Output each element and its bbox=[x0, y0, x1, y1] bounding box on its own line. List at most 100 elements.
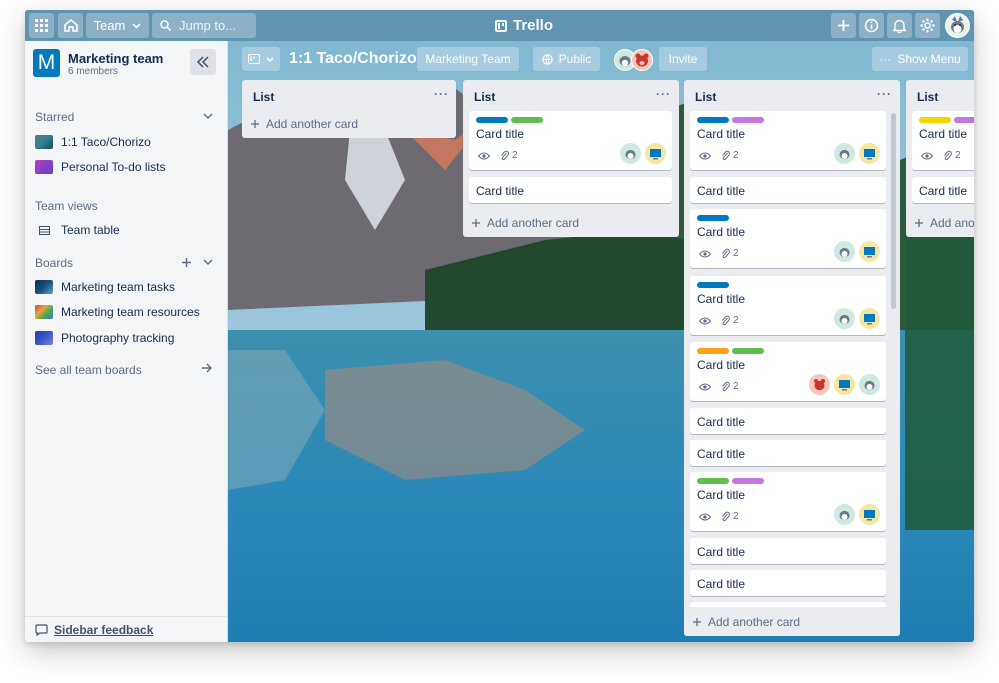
label-purple bbox=[954, 117, 974, 123]
chevron-down-icon[interactable] bbox=[203, 113, 213, 120]
card[interactable]: Card title bbox=[469, 177, 672, 203]
attachment-badge: 2 bbox=[500, 150, 518, 161]
list-title[interactable]: List bbox=[917, 90, 938, 104]
eye-icon bbox=[921, 152, 933, 159]
sidebar-item-board[interactable]: Photography tracking bbox=[35, 327, 220, 349]
team-logo[interactable]: M bbox=[33, 49, 60, 77]
team-name[interactable]: Marketing team bbox=[68, 51, 163, 66]
bear-avatar-icon[interactable] bbox=[809, 374, 830, 395]
list-menu-button[interactable]: ··· bbox=[656, 87, 671, 101]
team-switcher-button[interactable]: Team bbox=[86, 13, 149, 38]
create-button[interactable] bbox=[831, 13, 856, 38]
card-labels bbox=[697, 117, 764, 123]
trello-logo[interactable]: Trello bbox=[495, 17, 553, 34]
user-avatar[interactable] bbox=[945, 13, 970, 38]
card-title: Card title bbox=[697, 292, 746, 306]
board-title[interactable]: 1:1 Taco/Chorizo bbox=[289, 50, 417, 68]
card[interactable]: Card title 2 bbox=[690, 342, 886, 401]
list: List ··· Card title 2 Card title bbox=[463, 80, 679, 237]
list-menu-button[interactable]: ··· bbox=[877, 87, 892, 101]
list-title[interactable]: List bbox=[474, 90, 495, 104]
list: List Card title 2 Card title Add another… bbox=[906, 80, 974, 237]
info-button[interactable] bbox=[859, 13, 884, 38]
card[interactable]: Card title bbox=[690, 177, 886, 203]
card[interactable]: Card title bbox=[690, 538, 886, 564]
card[interactable]: Card title 2 bbox=[690, 276, 886, 335]
apps-button[interactable] bbox=[29, 13, 54, 38]
plus-icon bbox=[915, 219, 923, 227]
chevron-down-icon bbox=[266, 57, 274, 62]
sidebar-item-label: Marketing team tasks bbox=[61, 280, 176, 294]
settings-button[interactable] bbox=[915, 13, 940, 38]
husky-avatar-icon[interactable] bbox=[834, 504, 855, 525]
sidebar-item-board[interactable]: Marketing team resources bbox=[35, 301, 220, 323]
attachment-badge: 2 bbox=[721, 248, 739, 259]
collapse-sidebar-button[interactable] bbox=[190, 49, 216, 75]
card-members bbox=[809, 374, 880, 395]
attachment-count: 2 bbox=[733, 150, 739, 161]
sidebar-feedback-link[interactable]: Sidebar feedback bbox=[54, 623, 153, 637]
computer-avatar-icon[interactable] bbox=[859, 241, 880, 262]
sidebar-item-board[interactable]: Marketing team tasks bbox=[35, 276, 220, 298]
attachment-badge: 2 bbox=[721, 150, 739, 161]
list-menu-button[interactable]: ··· bbox=[434, 87, 449, 101]
plus-icon[interactable] bbox=[181, 257, 192, 268]
add-card-button[interactable]: Add another card bbox=[692, 615, 800, 629]
card[interactable]: Card title bbox=[690, 440, 886, 466]
notifications-button[interactable] bbox=[887, 13, 912, 38]
sidebar-item-team-table[interactable]: Team table bbox=[35, 219, 220, 241]
list-title[interactable]: List bbox=[695, 90, 716, 104]
attachment-count: 2 bbox=[733, 381, 739, 392]
attachment-badge: 2 bbox=[943, 150, 961, 161]
sidebar-feedback[interactable]: Sidebar feedback bbox=[25, 616, 228, 642]
card[interactable]: Card title 2 bbox=[690, 209, 886, 268]
card[interactable]: Card title 2 bbox=[690, 472, 886, 531]
list: List ··· Add another card bbox=[242, 80, 456, 138]
add-card-button[interactable]: Add another card bbox=[471, 216, 579, 230]
husky-avatar-icon[interactable] bbox=[834, 308, 855, 329]
sidebar-item-starred-board[interactable]: Personal To-do lists bbox=[35, 156, 220, 178]
card-title: Card title bbox=[697, 577, 746, 591]
team-switcher-label: Team bbox=[93, 18, 126, 33]
member-avatar[interactable] bbox=[631, 49, 653, 71]
list-scrollbar[interactable] bbox=[891, 113, 896, 309]
team-button[interactable]: Marketing Team bbox=[417, 47, 519, 71]
card[interactable]: Card title 2 bbox=[690, 111, 886, 170]
card[interactable]: Card title 2 bbox=[912, 111, 974, 170]
visibility-button[interactable]: Public bbox=[533, 47, 600, 71]
search-input[interactable]: Jump to... bbox=[152, 13, 256, 38]
card-badges: 2 bbox=[921, 150, 961, 161]
show-menu-button[interactable]: ··· Show Menu bbox=[872, 47, 968, 71]
husky-avatar-icon[interactable] bbox=[620, 143, 641, 164]
list-title[interactable]: List bbox=[253, 90, 274, 104]
speech-bubble-icon bbox=[35, 623, 48, 636]
invite-button[interactable]: Invite bbox=[659, 47, 707, 71]
attachment-badge: 2 bbox=[721, 315, 739, 326]
sidebar-item-label: Photography tracking bbox=[61, 331, 175, 345]
computer-avatar-icon[interactable] bbox=[859, 504, 880, 525]
home-button[interactable] bbox=[58, 13, 83, 38]
computer-avatar-icon[interactable] bbox=[834, 374, 855, 395]
add-card-button[interactable]: Add another card bbox=[250, 117, 358, 131]
sidebar-item-starred-board[interactable]: 1:1 Taco/Chorizo bbox=[35, 131, 220, 153]
board-thumbnail bbox=[35, 160, 53, 174]
card[interactable]: Card title bbox=[690, 408, 886, 434]
board-switcher-button[interactable] bbox=[242, 47, 280, 71]
card[interactable]: Card title bbox=[690, 570, 886, 596]
search-icon bbox=[160, 20, 171, 31]
grid-icon bbox=[35, 19, 48, 32]
card[interactable]: Card title bbox=[912, 177, 974, 203]
see-all-boards-link[interactable]: See all team boards bbox=[35, 363, 212, 377]
computer-avatar-icon[interactable] bbox=[859, 143, 880, 164]
card[interactable]: Card title 2 bbox=[469, 111, 672, 170]
label-blue bbox=[697, 117, 729, 123]
husky-avatar-icon[interactable] bbox=[834, 241, 855, 262]
label-green bbox=[732, 348, 764, 354]
husky-avatar-icon[interactable] bbox=[834, 143, 855, 164]
husky-avatar-icon[interactable] bbox=[859, 374, 880, 395]
add-card-button[interactable]: Add another card bbox=[914, 216, 974, 230]
computer-avatar-icon[interactable] bbox=[859, 308, 880, 329]
chevron-down-icon[interactable] bbox=[203, 259, 213, 266]
computer-avatar-icon[interactable] bbox=[645, 143, 666, 164]
paperclip-icon bbox=[722, 150, 730, 161]
